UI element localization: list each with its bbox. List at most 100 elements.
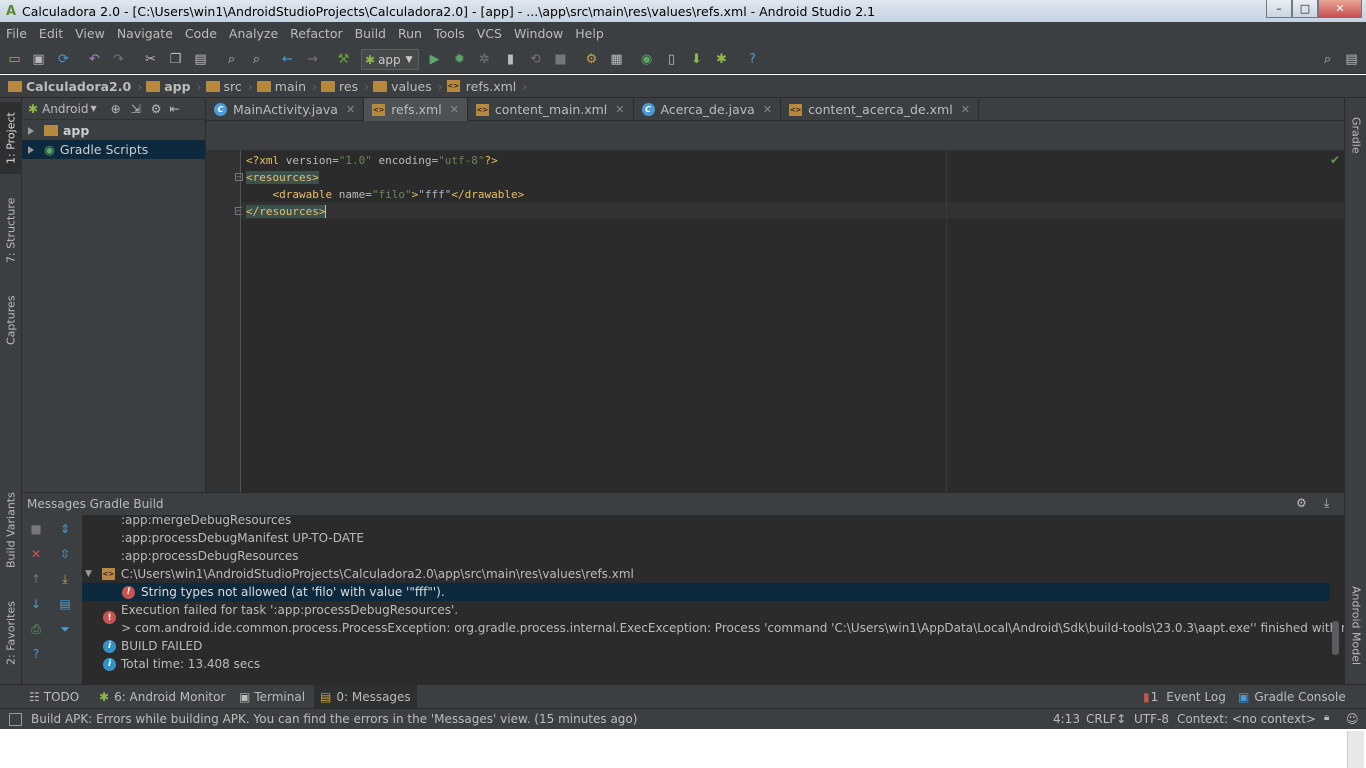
list-item[interactable]: Execution failed for task ':app:processD… [82,601,1330,619]
tab-content-main-xml[interactable]: <> content_main.xml ✕ [468,98,634,121]
breadcrumb-res[interactable]: res › [321,79,369,94]
close-tab-icon[interactable]: ✕ [450,103,459,116]
code-editor[interactable]: − − <?xml version="1.0" encoding="utf-8"… [206,151,1344,492]
expand-arrow-icon[interactable] [28,145,34,154]
attach-debugger-icon[interactable]: ✲ [476,51,493,68]
code-content[interactable]: <?xml version="1.0" encoding="utf-8"?> <r… [246,152,524,220]
tool-tab-structure[interactable]: 7: Structure [0,190,22,270]
menu-window[interactable]: Window [508,26,569,41]
forward-icon[interactable]: → [304,51,321,68]
tool-tab-build-variants[interactable]: Build Variants [0,482,22,578]
expand-all-icon[interactable]: ⇕ [57,521,73,537]
menu-code[interactable]: Code [179,26,223,41]
outer-scrollbar[interactable] [1347,731,1364,768]
collapse-all-icon[interactable]: ⇳ [57,546,73,562]
tool-tab-terminal[interactable]: ▣ Terminal [239,685,305,709]
list-item[interactable]: ! String types not allowed (at 'filo' wit… [82,583,1330,601]
breadcrumb-file[interactable]: <> refs.xml › [446,79,527,94]
gear-icon[interactable]: ⚙ [1296,496,1307,510]
tool-tab-project[interactable]: 1: Project [0,102,22,174]
tree-item-gradle-scripts[interactable]: ◉ Gradle Scripts [22,140,205,159]
find-icon[interactable]: ⌕ [223,51,240,68]
breadcrumb-src[interactable]: src › [205,79,253,94]
menu-edit[interactable]: Edit [33,26,69,41]
stop-icon[interactable]: ■ [552,51,569,68]
breadcrumb-project[interactable]: Calculadora2.0 › [8,79,142,94]
layout-icon[interactable]: ▤ [1343,51,1360,68]
help-icon[interactable]: ? [744,51,761,68]
tool-windows-toggle-icon[interactable] [9,713,22,726]
list-item[interactable]: i Total time: 13.408 secs [82,655,1330,673]
close-tab-icon[interactable]: ✕ [346,103,355,116]
file-encoding[interactable]: UTF-8 [1134,712,1169,726]
messages-scrollbar[interactable] [1332,621,1339,655]
project-structure-icon[interactable]: ⚙ [583,51,600,68]
close-icon[interactable]: ✕ [28,546,44,562]
replace-icon[interactable]: ⌕ [248,51,265,68]
close-button[interactable]: ✕ [1318,0,1362,18]
breadcrumb-app[interactable]: app › [146,79,202,94]
project-view-select[interactable]: Android [42,102,88,116]
copy-icon[interactable]: ❐ [167,51,184,68]
list-item[interactable]: :app:processDebugResources [82,547,1330,565]
help-icon[interactable]: ? [28,646,44,662]
tool-tab-todo[interactable]: ☷ TODO [29,685,79,709]
export-icon[interactable]: ⤓ [57,571,73,587]
scroll-from-source-icon[interactable]: ⊕ [111,102,121,116]
tab-refs-xml[interactable]: <> refs.xml ✕ [364,98,468,121]
menu-navigate[interactable]: Navigate [111,26,179,41]
menu-analyze[interactable]: Analyze [223,26,284,41]
previous-message-icon[interactable]: ↑ [28,571,44,587]
maximize-button[interactable]: □ [1292,0,1318,18]
debug-icon[interactable]: ✹ [451,51,468,68]
minimize-button[interactable]: – [1266,0,1292,18]
tool-tab-gradle[interactable]: Gradle [1345,106,1366,164]
settings-icon[interactable]: ▦ [608,51,625,68]
tab-mainactivity-java[interactable]: C MainActivity.java ✕ [206,98,365,121]
next-message-icon[interactable]: ↓ [28,596,44,612]
context-selector[interactable]: Context: <no context> [1177,712,1316,726]
menu-vcs[interactable]: VCS [471,26,508,41]
back-icon[interactable]: ← [279,51,296,68]
line-separator[interactable]: CRLF↕ [1086,712,1126,726]
export-to-file-icon[interactable]: ⎙ [28,621,44,637]
menu-refactor[interactable]: Refactor [284,26,348,41]
apply-changes-icon[interactable]: ▮ [502,51,519,68]
menu-run[interactable]: Run [392,26,428,41]
tool-tab-android-monitor[interactable]: ✱ 6: Android Monitor [99,685,225,709]
sdk-manager-icon[interactable]: ⬇ [688,51,705,68]
menu-build[interactable]: Build [349,26,392,41]
filter-icon[interactable]: ⏷ [57,621,73,637]
inspection-ok-icon[interactable]: ✔ [1330,153,1340,167]
close-tab-icon[interactable]: ✕ [763,103,772,116]
menu-help[interactable]: Help [569,26,610,41]
cut-icon[interactable]: ✂ [142,51,159,68]
list-item[interactable]: i BUILD FAILED [82,637,1330,655]
paste-icon[interactable]: ▤ [192,51,209,68]
tool-tab-event-log[interactable]: ▮ 1 Event Log [1143,685,1226,709]
redo-icon[interactable]: ↷ [110,51,127,68]
breadcrumb-main[interactable]: main › [256,79,317,94]
tab-content-acerca-de-xml[interactable]: <> content_acerca_de.xml ✕ [781,98,979,121]
make-project-icon[interactable]: ⚒ [335,51,352,68]
inspector-icon[interactable]: ☺ [1346,712,1359,726]
undo-icon[interactable]: ↶ [86,51,103,68]
breadcrumb-values[interactable]: values › [373,79,443,94]
sync-icon[interactable]: ⟳ [55,51,72,68]
hide-panel-icon[interactable]: ⇤ [170,102,180,116]
save-icon[interactable]: ▣ [30,51,47,68]
open-icon[interactable]: ▭ [6,51,23,68]
tool-tab-favorites[interactable]: 2: Favorites [0,592,22,674]
layout-icon[interactable]: ▤ [57,596,73,612]
list-item[interactable]: ▼ <> C:\Users\win1\AndroidStudioProjects\C… [82,565,1330,583]
list-item[interactable]: :app:processDebugManifest UP-TO-DATE [82,529,1330,547]
collapse-arrow-icon[interactable]: ▼ [85,569,92,579]
lock-icon[interactable]: 🔒︎ [1324,712,1329,723]
tool-tab-android-model[interactable]: Android Model [1345,576,1366,676]
menu-view[interactable]: View [69,26,111,41]
android-device-monitor-icon[interactable]: ✱ [713,51,730,68]
gear-icon[interactable]: ⚙ [151,102,162,116]
rerun-icon[interactable]: ⟲ [527,51,544,68]
list-item[interactable]: > com.android.ide.common.process.Process… [82,619,1344,637]
list-item[interactable]: :app:mergeDebugResources [82,515,1330,529]
